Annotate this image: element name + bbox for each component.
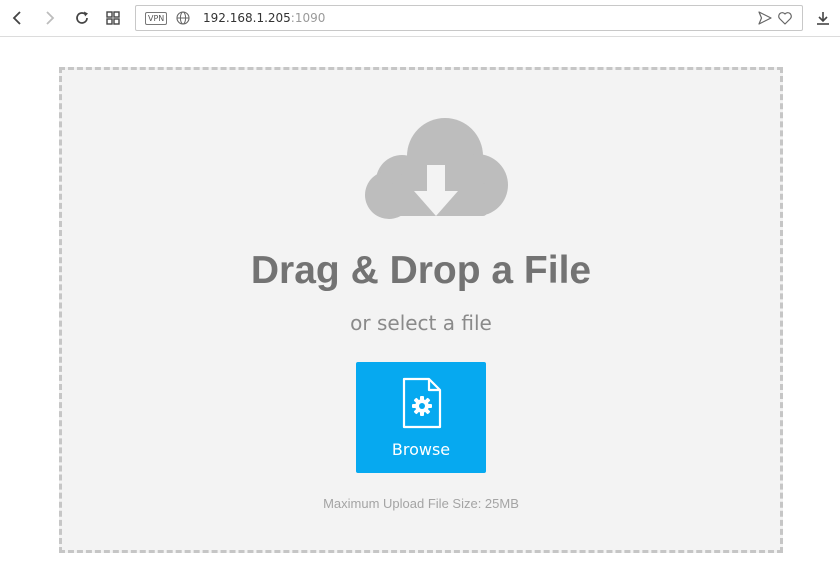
browse-label: Browse: [391, 440, 451, 459]
max-upload-size-note: Maximum Upload File Size: 25MB: [323, 496, 519, 511]
tabs-grid-icon: [106, 11, 120, 25]
cloud-download-icon: [365, 118, 508, 219]
globe-icon: [176, 11, 190, 25]
file-settings-icon: [402, 377, 442, 429]
browse-button[interactable]: Browse: [356, 362, 486, 473]
address-bar[interactable]: VPN 192.168.1.205:1090: [135, 5, 803, 31]
url-text[interactable]: 192.168.1.205:1090: [203, 11, 325, 26]
download-icon: [817, 12, 829, 25]
download-button[interactable]: [811, 6, 835, 30]
heart-icon[interactable]: [777, 10, 793, 26]
back-button[interactable]: [6, 6, 30, 30]
page-title: Drag & Drop a File: [250, 249, 592, 292]
reload-icon: [76, 11, 88, 24]
vpn-badge[interactable]: VPN: [145, 12, 168, 25]
send-icon[interactable]: [757, 10, 773, 26]
back-icon: [12, 11, 21, 25]
forward-icon: [46, 11, 55, 25]
select-file-subtitle: or select a file: [350, 311, 492, 335]
url-port: :1090: [290, 11, 326, 25]
forward-button[interactable]: [37, 6, 61, 30]
tabs-grid-button[interactable]: [101, 6, 125, 30]
reload-button[interactable]: [70, 6, 94, 30]
url-host: 192.168.1.205: [203, 11, 291, 25]
browser-toolbar: VPN 192.168.1.205:1090: [0, 0, 840, 37]
upload-dropzone[interactable]: Drag & Drop a File or select a file Brow…: [59, 67, 783, 553]
